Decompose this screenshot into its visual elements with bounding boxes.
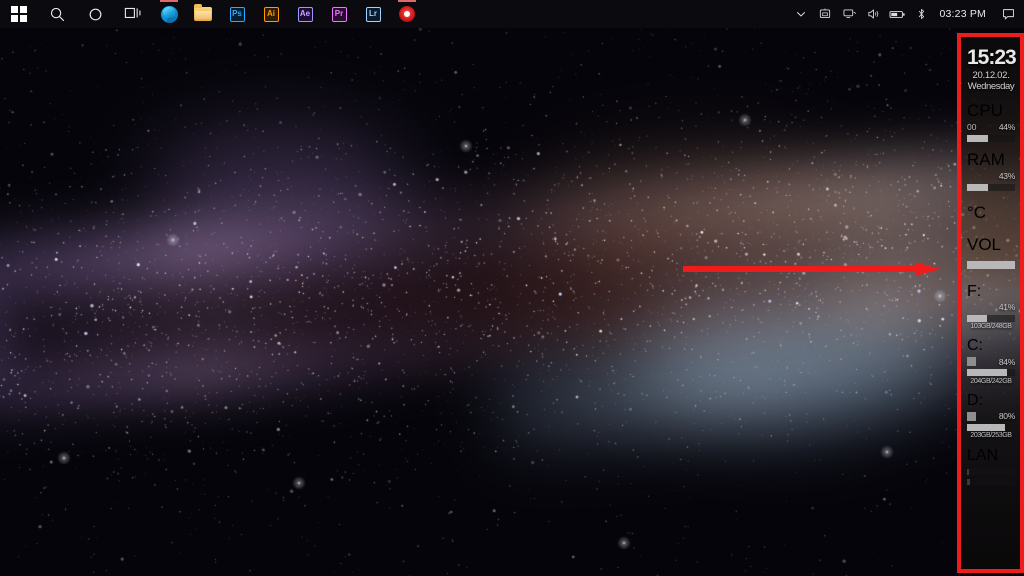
onedrive-button[interactable] [813,0,837,28]
volume-meter-label: VOL [967,234,1002,254]
cpu-meter-values: 00 44% [967,122,1015,133]
drive-d-capacity: 203GB/253GB [970,432,1012,440]
photoshop-button[interactable]: Ps [220,0,254,28]
file-explorer-button[interactable] [186,0,220,28]
onedrive-icon [820,8,831,18]
action-center-button[interactable] [996,0,1020,28]
ram-meter-label: RAM [967,149,1005,169]
drive-f-usage-bar [967,314,1015,322]
temperature-meter-label: °C [967,202,987,222]
lan-upload-bar-fill [967,469,969,476]
lan-download-bar [967,479,1015,486]
drive-d-label: D: [967,391,983,409]
bluetooth-icon [918,8,925,20]
drive-c-values: 84% [967,356,1015,367]
ram-meter-values: 43% [967,171,1015,182]
premiere-button[interactable]: Pr [322,0,356,28]
task-view-icon [124,7,141,19]
illustrator-button[interactable]: Ai [254,0,288,28]
photoshop-icon: Ps [229,6,245,22]
illustrator-icon: Ai [263,6,279,22]
network-icon [843,9,856,18]
drive-c-label: C: [967,337,983,355]
drive-f-label: F: [967,282,982,300]
drive-c-capacity: 204GB/242GB [970,377,1012,385]
taskbar-left-group: Ps Ai Ae Pr Lr [0,0,424,28]
lan-upload-bar [967,469,1015,476]
recorder-button[interactable] [390,0,424,28]
folder-icon [194,4,212,21]
premiere-pro-icon: Pr [331,6,347,22]
notification-icon [1002,9,1014,20]
rainmeter-widget-panel[interactable]: 15:23 20.12.02. Wednesday CPU 00 44% RAM… [962,38,1020,570]
battery-icon [889,10,905,18]
drive-c-indicator [967,357,976,367]
search-button[interactable] [38,0,76,28]
drive-f-values: 41% [967,302,1015,313]
cortana-circle-icon [89,8,101,20]
taskbar-clock[interactable]: 03:23 PM [933,8,996,20]
windows-logo-icon [11,6,27,22]
after-effects-icon: Ae [297,6,313,22]
cpu-usage-bar-fill [967,134,989,142]
search-icon [50,7,64,21]
drive-c-usage-bar [967,369,1015,377]
cpu-core-value: 00 [967,122,977,133]
widget-clock-weekday: Wednesday [967,80,1015,92]
drive-d-usage-bar [967,423,1015,431]
cortana-button[interactable] [76,0,114,28]
ram-percent: 43% [998,171,1015,182]
drive-c-usage-bar-fill [967,369,1008,377]
ram-usage-bar-fill [967,183,988,191]
lightroom-button[interactable]: Lr [356,0,390,28]
drive-c-percent: 84% [998,356,1015,367]
drive-f-usage-bar-fill [967,314,987,322]
widget-clock-time: 15:23 [967,46,1017,69]
cpu-usage-bar [967,134,1015,142]
lan-meter-label: LAN [967,447,999,465]
task-view-button[interactable] [114,0,152,28]
desktop-wallpaper [0,28,1024,576]
cpu-percent: 44% [998,122,1015,133]
record-circle-icon [399,6,415,22]
windows-taskbar[interactable]: Ps Ai Ae Pr Lr 03:23 PM [0,0,1024,28]
bluetooth-button[interactable] [909,0,933,28]
volume-level-bar[interactable] [967,260,1015,269]
after-effects-button[interactable]: Ae [288,0,322,28]
chevron-up-icon [797,12,806,17]
active-app-underline [160,0,178,2]
active-app-underline [398,0,416,2]
network-button[interactable] [837,0,861,28]
cpu-meter-label: CPU [967,100,1003,120]
volume-level-bar-fill [967,260,1015,269]
lightroom-icon: Lr [365,6,381,22]
volume-icon [868,9,879,19]
show-hidden-icons-button[interactable] [789,0,813,28]
battery-button[interactable] [885,0,909,28]
system-tray: 03:23 PM [789,0,1024,28]
start-button[interactable] [0,0,38,28]
drive-f-capacity: 103GB/248GB [970,323,1012,331]
volume-button[interactable] [861,0,885,28]
starfield [0,28,1024,576]
desktop-screen: Ps Ai Ae Pr Lr 03:23 PM 15:23 20.12.02. … [0,0,1024,576]
drive-d-usage-bar-fill [967,423,1006,431]
edge-button[interactable] [152,0,186,28]
drive-d-values: 80% [967,411,1015,422]
edge-browser-icon [160,5,178,23]
drive-d-indicator [967,411,976,421]
drive-d-percent: 80% [998,411,1015,422]
lan-download-bar-fill [967,479,970,486]
drive-f-percent: 41% [998,302,1015,313]
annotation-arrow [683,262,941,276]
ram-usage-bar [967,183,1015,191]
